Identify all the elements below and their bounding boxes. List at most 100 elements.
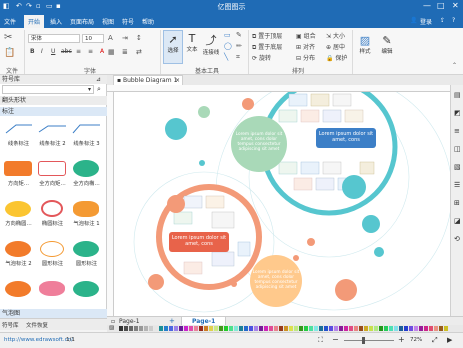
color-swatch[interactable]: [414, 326, 418, 331]
color-swatch[interactable]: [429, 326, 433, 331]
color-swatch[interactable]: [404, 326, 408, 331]
small-orange-bubble[interactable]: [242, 98, 254, 110]
strikethrough-button[interactable]: abc: [61, 48, 72, 55]
color-swatch[interactable]: [399, 326, 403, 331]
color-swatch[interactable]: [184, 326, 188, 331]
color-swatch[interactable]: [154, 326, 158, 331]
page-selector[interactable]: Page-1: [119, 318, 140, 325]
website-link[interactable]: http://www.edrawsoft.cn/: [4, 337, 73, 343]
color-swatch[interactable]: [369, 326, 373, 331]
align-button[interactable]: ⊞ 对齐: [296, 42, 315, 51]
fill-icon[interactable]: ◩: [454, 109, 461, 117]
zoom-in-button[interactable]: +: [398, 335, 405, 344]
zoom-slider-thumb[interactable]: [362, 337, 365, 344]
color-swatch[interactable]: [354, 326, 358, 331]
share-icon[interactable]: ⇪: [440, 17, 445, 24]
rotate-button[interactable]: ⟳ 旋转: [252, 53, 271, 62]
pen-tool-icon[interactable]: ✎: [236, 31, 242, 39]
color-swatch[interactable]: [339, 326, 343, 331]
color-swatch[interactable]: [299, 326, 303, 331]
color-swatch[interactable]: [289, 326, 293, 331]
color-swatch[interactable]: [259, 326, 263, 331]
color-swatch[interactable]: [219, 326, 223, 331]
color-swatch[interactable]: [374, 326, 378, 331]
color-swatch[interactable]: [419, 326, 423, 331]
login-link[interactable]: 登录: [420, 17, 432, 26]
color-swatch[interactable]: [334, 326, 338, 331]
color-swatch[interactable]: [284, 326, 288, 331]
image-icon[interactable]: ▧: [454, 163, 461, 171]
paste-icon[interactable]: 📋: [4, 48, 15, 58]
rectangle-tool-icon[interactable]: ▭: [224, 31, 231, 39]
horizontal-ruler[interactable]: [107, 85, 456, 92]
library-item[interactable]: 全方向椭…: [70, 159, 103, 189]
color-swatch[interactable]: [444, 326, 448, 331]
line-spacing-icon[interactable]: ↕: [136, 34, 142, 42]
library-item[interactable]: 气泡标注 2: [2, 239, 35, 269]
color-swatch[interactable]: [379, 326, 383, 331]
color-swatch[interactable]: [124, 326, 128, 331]
history-icon[interactable]: ⟲: [454, 235, 460, 243]
color-swatch[interactable]: [194, 326, 198, 331]
search-icon[interactable]: ⌕: [97, 85, 101, 94]
send-to-back-button[interactable]: ⧉ 置于底层: [252, 42, 282, 52]
vertical-ruler[interactable]: [107, 92, 114, 316]
teal-satellite-bubble[interactable]: [342, 175, 366, 199]
zoom-slider[interactable]: [344, 337, 394, 344]
maximize-button[interactable]: □: [437, 1, 445, 10]
color-swatch[interactable]: [214, 326, 218, 331]
menu-home[interactable]: 开始: [24, 15, 45, 28]
library-section-bubble-diagram[interactable]: 气泡图: [0, 309, 107, 318]
minimize-button[interactable]: —: [423, 1, 431, 10]
bold-button[interactable]: B: [30, 48, 35, 55]
library-item[interactable]: 方向矩…: [2, 159, 35, 189]
color-swatch[interactable]: [274, 326, 278, 331]
format-panel-icon[interactable]: ▤: [454, 91, 461, 99]
font-size-select[interactable]: 10: [82, 34, 104, 43]
menu-view[interactable]: 视图: [102, 17, 114, 26]
small-green-bubble[interactable]: [198, 106, 210, 118]
font-settings-icon[interactable]: ≣: [122, 48, 128, 56]
tab-file-recovery[interactable]: 文件恢复: [26, 321, 48, 329]
color-swatch[interactable]: [319, 326, 323, 331]
library-item[interactable]: 气泡标注 1: [70, 199, 103, 229]
color-swatch[interactable]: [189, 326, 193, 331]
color-swatch[interactable]: [384, 326, 388, 331]
menu-page-layout[interactable]: 页面布局: [70, 17, 94, 26]
layers-icon[interactable]: ☰: [454, 181, 460, 189]
color-swatch[interactable]: [439, 326, 443, 331]
library-item[interactable]: [2, 279, 35, 307]
select-tool-button[interactable]: ➚ 选择: [163, 30, 183, 64]
color-swatch[interactable]: [349, 326, 353, 331]
edit-button[interactable]: ✎ 编辑: [377, 32, 397, 64]
color-swatch[interactable]: [129, 326, 133, 331]
present-icon[interactable]: ▶: [447, 336, 452, 344]
color-swatch[interactable]: [304, 326, 308, 331]
pencil-tool-icon[interactable]: ✏: [236, 42, 242, 50]
collapse-ribbon-icon[interactable]: ⌃: [452, 62, 457, 69]
library-item[interactable]: 圆形标注: [70, 239, 103, 269]
page-selector-icon[interactable]: ▫: [111, 318, 115, 325]
tab-bubble-diagram-1[interactable]: ▪ Bubble Diagram 1 ×: [113, 75, 183, 85]
fit-page-icon[interactable]: ⛶: [318, 336, 323, 345]
orange-satellite-bubble[interactable]: [335, 279, 357, 301]
color-swatch[interactable]: [254, 326, 258, 331]
cut-icon[interactable]: ✂: [4, 32, 12, 43]
orange-satellite-bubble[interactable]: [148, 274, 164, 290]
color-swatch[interactable]: [434, 326, 438, 331]
menu-insert[interactable]: 插入: [50, 17, 62, 26]
library-item[interactable]: [70, 279, 103, 307]
font-family-select[interactable]: 宋体: [28, 34, 80, 43]
color-swatch[interactable]: [269, 326, 273, 331]
text-direction-icon[interactable]: ⇄: [136, 48, 142, 56]
color-swatch[interactable]: [229, 326, 233, 331]
color-swatch[interactable]: [239, 326, 243, 331]
library-item[interactable]: 线条标注 2: [36, 119, 69, 149]
protect-button[interactable]: 🔒 保护: [326, 53, 347, 62]
color-swatch[interactable]: [264, 326, 268, 331]
indent-icon[interactable]: ⇥: [122, 34, 128, 42]
color-swatch[interactable]: [244, 326, 248, 331]
style-button[interactable]: ▨ 样式: [355, 32, 375, 64]
shadow-icon[interactable]: ◫: [454, 145, 461, 153]
grid-icon[interactable]: ⊞: [454, 199, 460, 207]
